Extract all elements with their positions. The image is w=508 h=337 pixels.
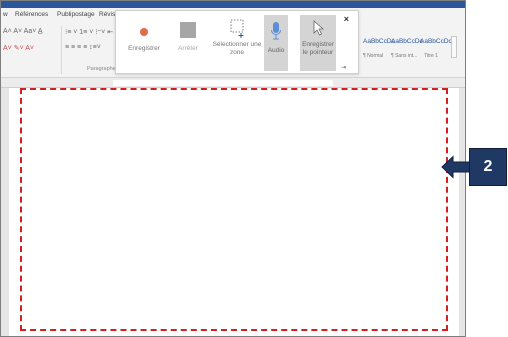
stop-label: Arrêter [178,45,198,52]
styles-scroll[interactable] [451,36,457,58]
audio-label: Audio [267,47,285,54]
audio-button[interactable]: Audio [264,15,288,71]
record-icon [140,28,148,36]
paragraph-group-label: Paragraphe [87,66,116,72]
screen-recording-toolbar: Enregistrer Arrêter Sélectionner une zon… [115,10,359,74]
ruler-text-area [113,80,333,86]
record-pointer-label: Enregistrer le pointeur [302,41,334,56]
pointer-icon [313,20,325,36]
arrow-left-icon [441,155,471,179]
close-icon[interactable]: × [344,14,349,24]
step-number: 2 [469,148,507,186]
stop-button[interactable]: Arrêter [168,15,208,71]
font-size-controls[interactable]: A˄ A˅ Aa˅ A̲ [3,28,43,35]
select-area-icon [230,19,244,38]
list-controls[interactable]: ⁝≡ ˅ 1≡ ˅ ⁝⁼˅ ⇤ [65,28,113,36]
style-heading1-caption: Titre 1 [424,53,438,59]
record-label: Enregistrer [128,45,160,52]
font-color-controls[interactable]: A˅ ✎˅ A˅ [3,44,34,52]
tab-review[interactable]: Révis [99,11,115,18]
screenshot-stage: w Références Publipostage Révis A˄ A˅ Aa… [0,0,508,337]
stop-icon [180,22,196,38]
select-area-label: Sélectionner une zone [212,41,262,56]
record-pointer-button[interactable]: Enregistrer le pointeur [300,15,336,71]
alignment-controls[interactable]: ≡ ≡ ≡ ≡ ↕≡˅ [65,44,101,51]
select-area-button[interactable]: Sélectionner une zone [212,15,262,71]
tab-partial[interactable]: w [3,11,8,18]
title-bar [1,1,465,8]
record-button[interactable]: Enregistrer [124,15,164,71]
microphone-icon [271,22,281,40]
horizontal-ruler [1,78,465,88]
selected-capture-area [20,88,448,331]
ribbon-separator [61,26,62,74]
style-normal-caption: ¶ Normal [363,53,384,59]
style-no-spacing-caption: ¶ Sans int... [391,53,418,59]
tab-mailings[interactable]: Publipostage [57,11,95,18]
style-heading1[interactable]: AaBbCcDc [420,38,452,45]
style-no-spacing[interactable]: AaBbCcDc [391,38,423,45]
step-callout: 2 [441,148,507,186]
tab-references[interactable]: Références [15,11,48,18]
pin-icon[interactable]: ⇥ [341,64,346,71]
